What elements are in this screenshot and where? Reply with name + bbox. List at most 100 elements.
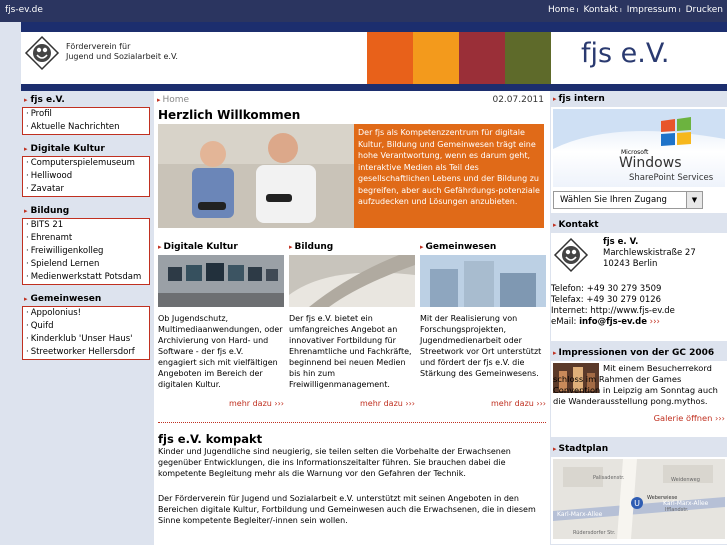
- kontakt-heading: ▸ Kontakt: [553, 220, 599, 230]
- map-box: U Palisadenstr. Weidenweg Karl-Marx-Alle…: [551, 457, 727, 544]
- org-name: Förderverein für Jugend und Sozialarbeit…: [66, 42, 178, 62]
- contact-email[interactable]: info@fjs-ev.de: [579, 317, 647, 327]
- nav-item-profil[interactable]: Profil: [23, 108, 149, 121]
- contact-street: Marchlewskistraße 27: [603, 248, 696, 258]
- city-map[interactable]: U Palisadenstr. Weidenweg Karl-Marx-Alle…: [553, 459, 725, 539]
- kontakt-link[interactable]: Kontakt: [583, 5, 617, 15]
- windows-label: Windows: [619, 155, 682, 171]
- hero-text: Der fjs als Kompetenzzentrum für digital…: [354, 124, 544, 228]
- map-label: Karl-Marx-Allee: [663, 500, 709, 507]
- section-divider: [158, 422, 546, 423]
- nav-item-bits21[interactable]: BITS 21: [23, 219, 149, 232]
- teaser-text: Mit der Realisierung von Forschungsproje…: [420, 314, 542, 378]
- gc-box: Mit einem Besucherrekord schloss im Rahm…: [551, 361, 727, 437]
- teaser-text: Der fjs e.V. bietet ein umfangreiches An…: [289, 314, 412, 389]
- nav-list: Computerspielemuseum Helliwood Zavatar: [22, 156, 150, 197]
- gemeinwesen-image: [420, 255, 546, 307]
- nav-section-digitale-kultur[interactable]: ▸ Digitale Kultur: [22, 141, 150, 156]
- header-stripe-bottom: [21, 84, 727, 91]
- map-label: Rüdersdorfer Str.: [573, 530, 616, 536]
- nav-item-freiwilligenkolleg[interactable]: Freiwilligenkolleg: [23, 245, 149, 258]
- more-link[interactable]: mehr dazu ›››: [289, 399, 415, 408]
- nav-item-quifd[interactable]: Quifd: [23, 320, 149, 333]
- nav-item-appolonius[interactable]: Appolonius!: [23, 307, 149, 320]
- kompakt-paragraph-1: Kinder und Jugendliche sind neugierig, s…: [158, 447, 511, 478]
- intern-box: Microsoft Windows SharePoint Services Wä…: [551, 107, 727, 213]
- main-content: ▸ Home 02.07.2011 Herzlich Willkommen Der…: [154, 91, 550, 545]
- teaser-text: Ob Jugendschutz, Multimediaanwendungen, …: [158, 314, 283, 389]
- color-block: [459, 32, 505, 84]
- contact-box: fjs e. V. Marchlewskistraße 27 10243 Ber…: [551, 233, 727, 341]
- top-links: Home ı Kontakt ı Impressum ı Drucken: [548, 5, 723, 15]
- contact-telefax: Telefax: +49 30 279 0126: [551, 295, 662, 305]
- breadcrumb: ▸ Home: [157, 95, 190, 105]
- map-label: Karl-Marx-Allee: [557, 511, 603, 518]
- teaser-title[interactable]: ▸ Bildung: [289, 242, 415, 255]
- nav-section-gemeinwesen[interactable]: ▸ Gemeinwesen: [22, 291, 150, 306]
- nav-item-spielend-lernen[interactable]: Spielend Lernen: [23, 258, 149, 271]
- teaser-title[interactable]: ▸ Digitale Kultur: [158, 242, 284, 255]
- fjs-logo-icon[interactable]: [24, 35, 60, 71]
- teaser-title[interactable]: ▸ Gemeinwesen: [420, 242, 546, 255]
- contact-name: fjs e. V.: [603, 237, 639, 247]
- more-link[interactable]: mehr dazu ›››: [158, 399, 284, 408]
- fjs-logo-icon: [553, 237, 589, 273]
- kompakt-title: fjs e.V. kompakt: [158, 432, 263, 446]
- nav-item-streetworker[interactable]: Streetworker Hellersdorf: [23, 346, 149, 359]
- sharepoint-label: SharePoint Services: [629, 173, 714, 183]
- access-select[interactable]: Wählen Sie Ihren Zugang ▼: [553, 191, 703, 209]
- more-link[interactable]: mehr dazu ›››: [420, 399, 546, 408]
- nav-list: Appolonius! Quifd Kinderklub 'Unser Haus…: [22, 306, 150, 360]
- teaser-digitale-kultur: ▸ Digitale Kultur Ob Jugendschutz, Multim…: [158, 242, 284, 408]
- nav-section-fjs[interactable]: ▸ fjs e.V.: [22, 92, 150, 107]
- nav-list: Profil Aktuelle Nachrichten: [22, 107, 150, 135]
- nav-list: BITS 21 Ehrenamt Freiwilligenkolleg Spie…: [22, 218, 150, 285]
- nav-item-medienwerkstatt[interactable]: Medienwerkstatt Potsdam: [23, 271, 149, 284]
- map-label: Palisadenstr.: [593, 475, 625, 481]
- color-block: [413, 32, 459, 84]
- color-block: [367, 32, 413, 84]
- impressum-link[interactable]: Impressum: [627, 5, 677, 15]
- color-blocks: [367, 32, 551, 84]
- subway-marker: U: [634, 499, 640, 508]
- contact-email-row: eMail: info@fjs-ev.de ›››: [551, 317, 660, 327]
- teaser-bildung: ▸ Bildung Der fjs e.V. bietet ein umfangr…: [289, 242, 415, 408]
- gc-heading: ▸ Impressionen von der GC 2006: [553, 348, 715, 358]
- drucken-link[interactable]: Drucken: [686, 5, 723, 15]
- org-line-1: Förderverein für: [66, 42, 131, 51]
- contact-city: 10243 Berlin: [603, 259, 658, 269]
- brand-title: fjs e.V.: [581, 38, 670, 69]
- nav-item-kinderklub[interactable]: Kinderklub 'Unser Haus': [23, 333, 149, 346]
- home-link[interactable]: Home: [548, 5, 575, 15]
- contact-internet[interactable]: Internet: http://www.fjs-ev.de: [551, 306, 675, 317]
- nav-item-helliwood[interactable]: Helliwood: [23, 170, 149, 183]
- breadcrumb-home[interactable]: Home: [163, 95, 190, 105]
- nav-item-ehrenamt[interactable]: Ehrenamt: [23, 232, 149, 245]
- chevron-down-icon[interactable]: ▼: [686, 192, 702, 208]
- top-bar: fjs-ev.de Home ı Kontakt ı Impressum ı Druc…: [0, 0, 727, 22]
- org-line-2: Jugend und Sozialarbeit e.V.: [66, 52, 178, 61]
- right-sidebar: ▸ fjs intern Microsoft Windows SharePoint…: [551, 91, 727, 545]
- left-sidebar: ▸fjs e.V. Profil Aktuelle Nachrichten ▸D…: [22, 92, 150, 366]
- email-more-link[interactable]: ›››: [650, 317, 660, 327]
- color-block: [505, 32, 551, 84]
- teaser-gemeinwesen: ▸ Gemeinwesen Mit der Realisierung von Fo…: [420, 242, 546, 408]
- stadtplan-heading: ▸ Stadtplan: [553, 444, 609, 454]
- bildung-image: [289, 255, 415, 307]
- page-title: Herzlich Willkommen: [158, 108, 301, 122]
- museum-image: [158, 255, 284, 307]
- nav-item-computerspielemuseum[interactable]: Computerspielemuseum: [23, 157, 149, 170]
- header: Förderverein für Jugend und Sozialarbeit…: [21, 32, 727, 84]
- nav-section-bildung[interactable]: ▸ Bildung: [22, 203, 150, 218]
- nav-item-zavatar[interactable]: Zavatar: [23, 183, 149, 196]
- gc-text: Mit einem Besucherrekord schloss im Rahm…: [553, 363, 718, 406]
- gallery-link[interactable]: Galerie öffnen ›››: [654, 413, 725, 424]
- map-label: Ifflandstr.: [665, 507, 689, 513]
- access-select-value: Wählen Sie Ihren Zugang: [560, 195, 667, 205]
- current-date: 02.07.2011: [492, 95, 544, 105]
- nav-item-nachrichten[interactable]: Aktuelle Nachrichten: [23, 121, 149, 134]
- intern-heading: ▸ fjs intern: [553, 94, 605, 104]
- site-domain: fjs-ev.de: [5, 5, 43, 15]
- sharepoint-banner[interactable]: Microsoft Windows SharePoint Services: [553, 109, 725, 187]
- hero-image: [158, 124, 354, 228]
